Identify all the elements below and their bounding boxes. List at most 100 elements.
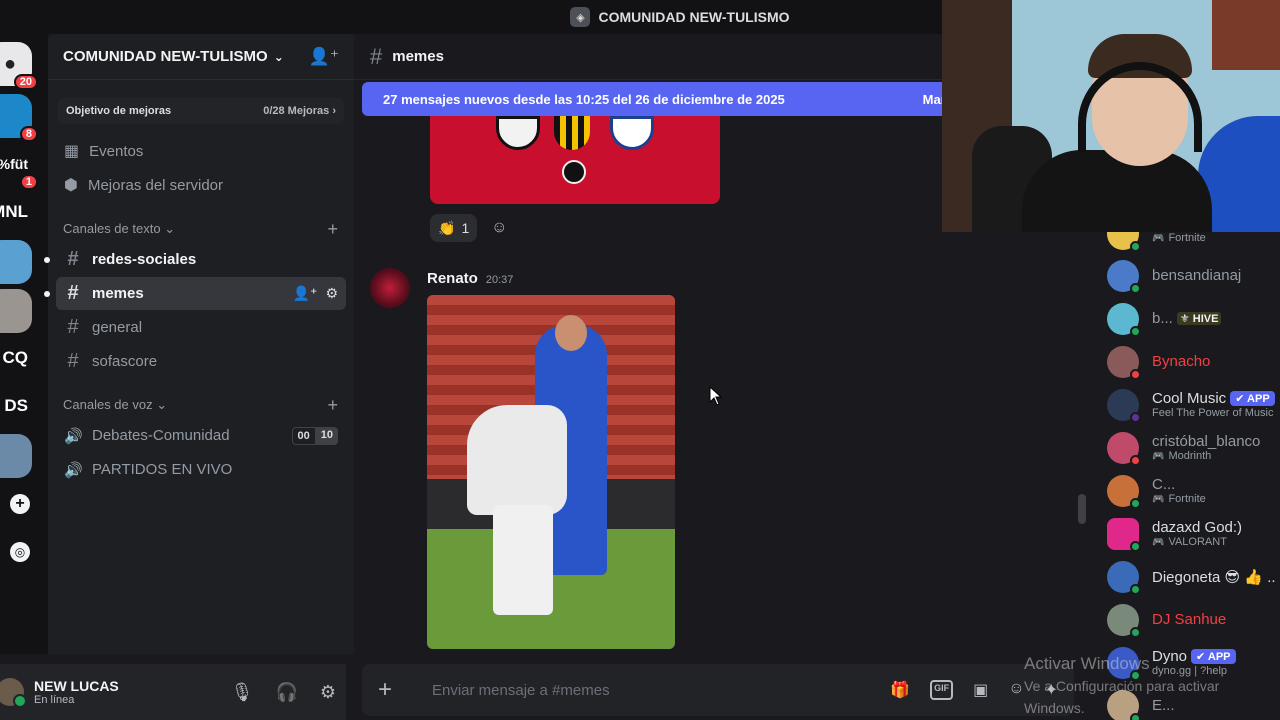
- server-icon-1[interactable]: ● 20: [0, 42, 38, 90]
- message-image-crests[interactable]: [430, 116, 720, 204]
- add-server-button[interactable]: +: [0, 482, 32, 526]
- avatar: [1107, 603, 1141, 638]
- sticker-icon[interactable]: ▣: [973, 680, 988, 700]
- player-head: [555, 315, 587, 351]
- member-item[interactable]: Bynacho: [1092, 340, 1280, 383]
- reaction-clap[interactable]: 👏 1: [430, 214, 478, 242]
- member-item[interactable]: b... ⚜ HIVE: [1092, 297, 1280, 340]
- channel-sidebar: COMUNIDAD NEW-TULISMO ⌄ 👤⁺ Objetivo de m…: [44, 34, 354, 654]
- server-icon-4[interactable]: MNL: [0, 190, 32, 234]
- watermark-title: Activar Windows: [1024, 654, 1150, 673]
- plus-circle-icon: +: [10, 494, 30, 514]
- avatar: [1107, 474, 1141, 509]
- guild-header[interactable]: COMUNIDAD NEW-TULISMO ⌄ 👤⁺: [48, 34, 354, 80]
- channel-general[interactable]: # general: [56, 311, 346, 344]
- voice-channel-partidos[interactable]: 🔊 PARTIDOS EN VIVO: [56, 453, 346, 486]
- member-name: C...: [1152, 476, 1176, 493]
- server-icon-6[interactable]: [0, 289, 32, 333]
- server-tag: ⚜ HIVE: [1176, 312, 1222, 325]
- mention-badge: 1: [19, 174, 38, 190]
- avatar[interactable]: [0, 678, 27, 708]
- boost-goal-label: Objetivo de mejoras: [66, 105, 172, 117]
- server-icon-7[interactable]: CQ: [0, 336, 32, 380]
- server-icon-2[interactable]: 8: [0, 94, 38, 142]
- server-boosts-label: Mejoras del servidor: [87, 176, 224, 194]
- gift-icon[interactable]: 🎁: [890, 680, 910, 700]
- server-icon-5[interactable]: [0, 240, 32, 284]
- channel-label: redes-sociales: [92, 251, 197, 268]
- channel-memes[interactable]: # memes 👤⁺ ⚙: [44, 277, 346, 310]
- player-white-kit: [467, 405, 567, 515]
- avatar[interactable]: [370, 268, 410, 308]
- gamepad-icon: 🎮: [1152, 536, 1165, 548]
- gear-icon[interactable]: ⚙: [325, 285, 338, 302]
- unread-indicator: [44, 256, 50, 263]
- avatar: [1107, 431, 1141, 466]
- text-category[interactable]: Canales de texto ⌄ +: [48, 216, 354, 242]
- gif-icon[interactable]: GIF: [930, 680, 954, 700]
- invite-people-icon[interactable]: 👤⁺: [309, 47, 339, 67]
- clap-emoji-icon: 👏: [438, 219, 456, 236]
- speaker-icon: 🔊: [64, 427, 83, 445]
- avatar: [1107, 259, 1141, 294]
- gamepad-icon: 🎮: [1152, 450, 1165, 462]
- channel-sofascore[interactable]: # sofascore: [56, 345, 346, 378]
- message-composer: + Enviar mensaje a #memes 🎁 GIF ▣ ☺ ✦: [362, 664, 1074, 716]
- avatar: [1107, 345, 1141, 380]
- text-category-label: Canales de texto: [63, 221, 161, 236]
- server-boosts-item[interactable]: ⬢ Mejoras del servidor: [48, 168, 354, 202]
- hash-icon: #: [67, 316, 79, 338]
- message-author[interactable]: Renato: [427, 270, 478, 287]
- plus-icon[interactable]: +: [378, 676, 402, 704]
- watermark-subtitle: Ve a Configuración para activar Windows.: [1024, 678, 1220, 716]
- emoji-icon[interactable]: ☺: [1008, 680, 1024, 700]
- compass-icon: ◎: [10, 542, 30, 562]
- discord-app: ◈ COMUNIDAD NEW-TULISMO ●20 8 %füt 1 MNL…: [0, 0, 1280, 720]
- voice-user-count: 00 10: [291, 426, 338, 445]
- member-item[interactable]: dazaxd God:) 🎮 VALORANT: [1092, 512, 1280, 555]
- boost-gem-icon: ⬢: [64, 177, 78, 194]
- hash-icon: #: [67, 350, 79, 372]
- member-item[interactable]: bensandianaj: [1092, 254, 1280, 297]
- member-item[interactable]: C... 🎮 Fortnite: [1092, 469, 1280, 512]
- events-label: Eventos: [89, 142, 144, 160]
- member-name: cristóbal_blanco: [1152, 433, 1261, 450]
- add-channel-icon[interactable]: +: [327, 395, 338, 416]
- discover-button[interactable]: ◎: [0, 530, 32, 574]
- member-item[interactable]: Cool Music ✔ APP Feel The Power of Music: [1092, 383, 1280, 426]
- add-channel-icon[interactable]: +: [327, 219, 338, 240]
- member-name: b...: [1152, 310, 1173, 327]
- windows-activation-watermark: Activar Windows Ve a Configuración para …: [1024, 653, 1280, 719]
- message-input[interactable]: Enviar mensaje a #memes: [432, 682, 610, 699]
- scrollbar[interactable]: [1078, 494, 1086, 524]
- headphones-icon[interactable]: 🎧: [275, 682, 297, 703]
- invite-icon[interactable]: 👤⁺: [293, 285, 318, 302]
- new-messages-bar[interactable]: 27 mensajes nuevos desde las 10:25 del 2…: [362, 82, 952, 116]
- avatar: [1107, 517, 1141, 552]
- add-reaction-icon[interactable]: ☺: [485, 214, 513, 242]
- gear-icon[interactable]: ⚙: [320, 682, 336, 703]
- boost-goal-bar[interactable]: Objetivo de mejoras 0/28 Mejoras ›: [58, 98, 344, 124]
- member-item[interactable]: Diegoneta 😎 👍 ..: [1092, 555, 1280, 598]
- member-activity: Feel The Power of Music: [1152, 407, 1274, 419]
- channel-label: PARTIDOS EN VIVO: [92, 461, 233, 478]
- voice-channel-debates[interactable]: 🔊 Debates-Comunidad 00 10: [56, 419, 346, 452]
- server-icon-8[interactable]: DS: [0, 384, 32, 428]
- server-icon-3[interactable]: %füt 1: [0, 142, 38, 190]
- member-item[interactable]: 🎮 Fortnite: [1092, 232, 1280, 254]
- user-status: En línea: [34, 694, 75, 706]
- member-item[interactable]: cristóbal_blanco 🎮 Modrinth: [1092, 426, 1280, 469]
- channel-redes-sociales[interactable]: # redes-sociales: [44, 243, 346, 276]
- events-item[interactable]: ▦ Eventos: [48, 134, 354, 168]
- message-image-photo[interactable]: [427, 295, 675, 649]
- mention-badge: 8: [19, 126, 38, 142]
- voice-category[interactable]: Canales de voz ⌄ +: [48, 392, 354, 418]
- member-item[interactable]: DJ Sanhue: [1092, 598, 1280, 641]
- server-icon-9[interactable]: [0, 434, 32, 478]
- badge-icon: [562, 160, 586, 184]
- microphone-icon[interactable]: 🎙: [231, 682, 254, 703]
- streamer-shirt: [1022, 150, 1212, 232]
- member-name: Cool Music: [1152, 390, 1227, 407]
- member-name: bensandianaj: [1152, 267, 1242, 284]
- channel-title: memes: [392, 48, 444, 65]
